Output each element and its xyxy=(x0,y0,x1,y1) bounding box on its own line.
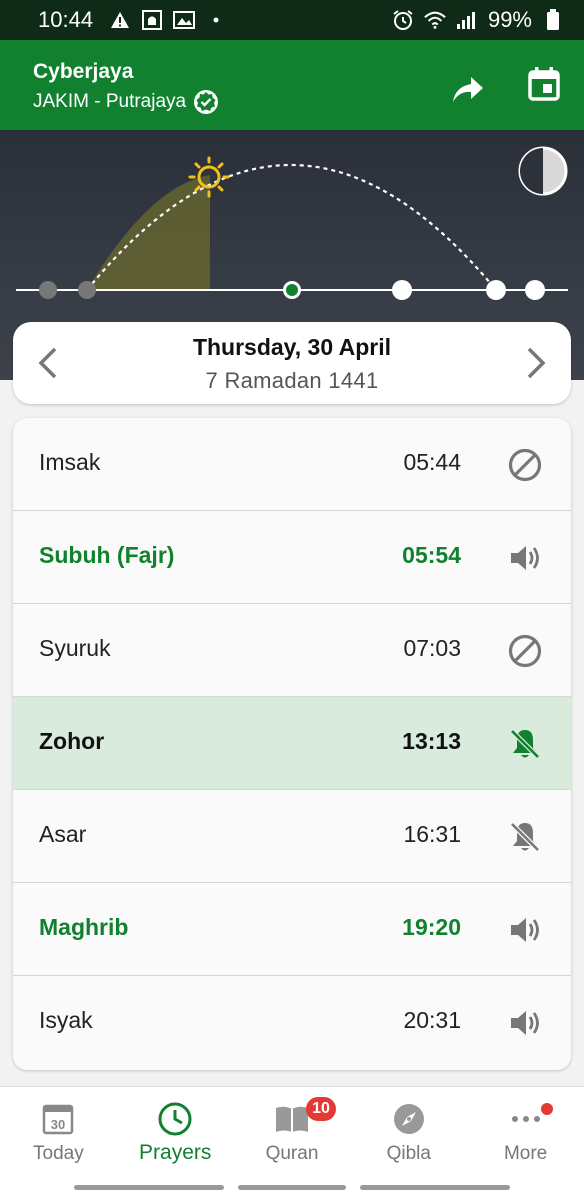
dot-icon xyxy=(205,10,227,30)
gregorian-date: Thursday, 30 April xyxy=(192,334,392,360)
bell-off-icon xyxy=(510,822,540,852)
alert-toggle[interactable] xyxy=(505,725,545,763)
calendar-icon xyxy=(528,67,560,101)
timeline-dot-zohor-inner xyxy=(286,284,298,296)
disabled-icon xyxy=(508,634,542,668)
book-icon xyxy=(274,1101,310,1137)
prayer-row-maghrib[interactable]: Maghrib 19:20 xyxy=(13,883,571,976)
prayer-time: 05:44 xyxy=(403,449,461,475)
prayer-times-list: Imsak 05:44 Subuh (Fajr) 05:54 Syuruk 07… xyxy=(13,418,571,1070)
share-button[interactable] xyxy=(448,70,488,110)
moon-phase-icon xyxy=(518,146,568,196)
prayer-name: Syuruk xyxy=(39,635,111,661)
disabled-icon xyxy=(508,448,542,482)
nav-label: Quran xyxy=(265,1143,319,1164)
svg-text:30: 30 xyxy=(51,1117,65,1132)
timeline-dot-maghrib xyxy=(486,280,506,300)
mosque-notification-icon xyxy=(141,10,163,30)
calendar-button[interactable] xyxy=(524,64,564,104)
nav-qibla[interactable]: Qibla xyxy=(350,1087,467,1178)
hijri-date: 7 Ramadan 1441 xyxy=(205,368,379,393)
prayer-name: Isyak xyxy=(39,1007,93,1033)
prayer-time: 07:03 xyxy=(403,635,461,661)
signal-icon xyxy=(456,10,478,30)
warning-icon xyxy=(109,10,131,30)
prayer-time: 16:31 xyxy=(403,821,461,847)
prayer-time: 05:54 xyxy=(402,542,461,568)
gallery-notification-icon xyxy=(173,10,196,30)
prayer-time: 13:13 xyxy=(402,728,461,754)
gesture-pill-left[interactable] xyxy=(74,1185,224,1190)
status-time: 10:44 xyxy=(38,7,94,32)
timeline-dot-imsak xyxy=(39,281,57,299)
more-notification-dot xyxy=(540,1103,553,1115)
status-bar: 10:44 99% xyxy=(0,0,584,40)
more-dots-icon xyxy=(508,1101,544,1137)
alert-toggle[interactable] xyxy=(505,1004,545,1042)
volume-icon xyxy=(511,546,539,570)
prayer-row-isyak[interactable]: Isyak 20:31 xyxy=(13,976,571,1069)
bell-off-icon xyxy=(510,729,540,759)
nav-more[interactable]: More xyxy=(467,1087,584,1178)
prayer-name: Maghrib xyxy=(39,914,129,940)
date-card: Thursday, 30 April 7 Ramadan 1441 xyxy=(13,322,571,404)
prayer-time: 20:31 xyxy=(403,1007,461,1033)
alert-toggle[interactable] xyxy=(505,818,545,856)
wifi-icon xyxy=(424,10,446,30)
nav-label: More xyxy=(503,1143,548,1164)
share-icon xyxy=(453,77,483,102)
app-bar: Cyberjaya JAKIM - Putrajaya xyxy=(0,40,584,130)
next-day-button[interactable] xyxy=(519,346,551,380)
alarm-icon xyxy=(392,10,414,30)
prayer-name: Imsak xyxy=(39,449,101,475)
timeline-dot-isyak xyxy=(525,280,545,300)
prayer-row-imsak[interactable]: Imsak 05:44 xyxy=(13,418,571,511)
prayer-name: Subuh (Fajr) xyxy=(39,542,175,568)
nav-label: Prayers xyxy=(139,1141,212,1164)
nav-today[interactable]: 30 Today xyxy=(0,1087,117,1178)
zone-text: JAKIM - Putrajaya xyxy=(33,91,187,112)
bottom-navigation: 30 Today Prayers 10 Quran Qibla More xyxy=(0,1086,584,1178)
nav-prayers[interactable]: Prayers xyxy=(117,1087,234,1178)
prayer-name: Asar xyxy=(39,821,87,847)
prayer-name: Zohor xyxy=(39,728,105,754)
nav-quran[interactable]: 10 Quran xyxy=(234,1087,351,1178)
system-gesture-bar xyxy=(0,1178,584,1200)
gesture-pill-center[interactable] xyxy=(238,1185,346,1190)
timeline-dot-syuruk xyxy=(78,281,96,299)
battery-icon xyxy=(542,9,564,30)
volume-icon xyxy=(511,1011,539,1035)
alert-toggle[interactable] xyxy=(505,539,545,577)
prayer-row-zohor[interactable]: Zohor 13:13 xyxy=(13,697,571,790)
chevron-right-icon xyxy=(527,347,546,379)
battery-level: 99% xyxy=(487,7,532,32)
compass-icon xyxy=(391,1101,427,1137)
volume-icon xyxy=(511,918,539,942)
quran-badge: 10 xyxy=(306,1097,336,1121)
verified-icon xyxy=(194,90,219,114)
calendar-day-icon: 30 xyxy=(40,1101,76,1137)
daylight-elapsed-area xyxy=(87,175,210,290)
location-title[interactable]: Cyberjaya xyxy=(33,60,133,84)
prayer-row-asar[interactable]: Asar 16:31 xyxy=(13,790,571,883)
prayer-row-subuh[interactable]: Subuh (Fajr) 05:54 xyxy=(13,511,571,604)
alert-toggle[interactable] xyxy=(505,911,545,949)
timeline-dot-asar xyxy=(392,280,412,300)
zone-label[interactable]: JAKIM - Putrajaya xyxy=(33,90,219,114)
nav-label: Today xyxy=(33,1143,84,1164)
moon-phase-button[interactable] xyxy=(518,146,568,196)
alert-toggle[interactable] xyxy=(505,632,545,670)
prayer-row-syuruk[interactable]: Syuruk 07:03 xyxy=(13,604,571,697)
prayer-time: 19:20 xyxy=(402,914,461,940)
nav-label: Qibla xyxy=(386,1143,431,1164)
gesture-pill-right[interactable] xyxy=(360,1185,510,1190)
alert-toggle[interactable] xyxy=(505,446,545,484)
clock-icon xyxy=(157,1101,193,1137)
